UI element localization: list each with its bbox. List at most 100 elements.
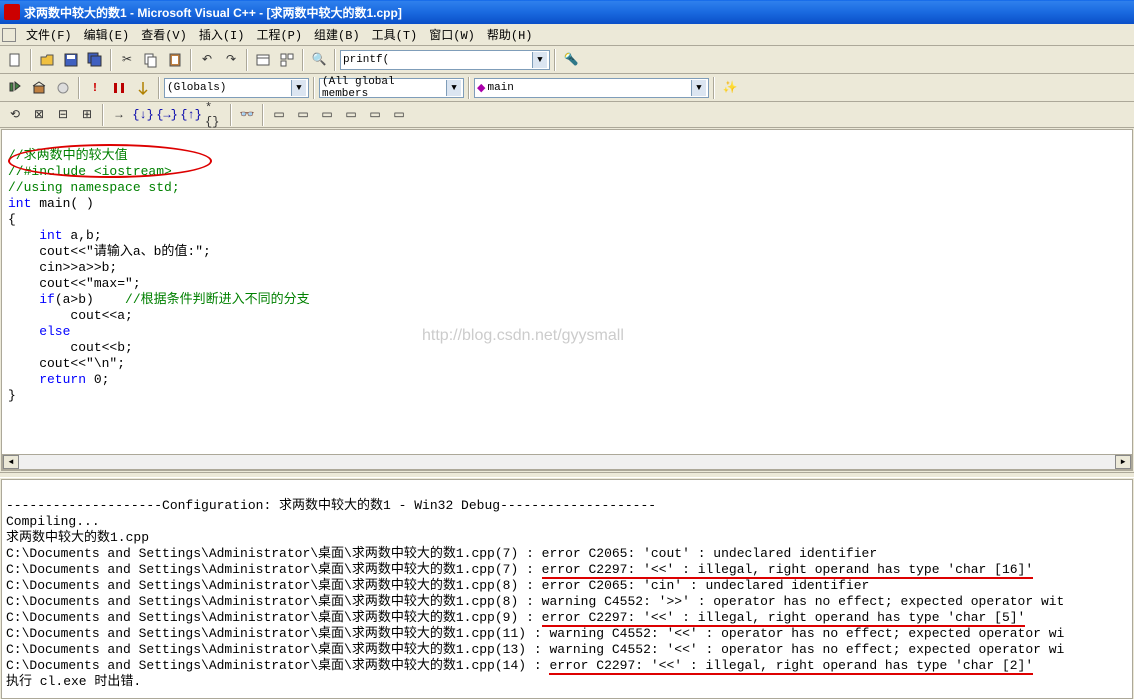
- app-icon: [4, 4, 20, 20]
- breakpoint-button[interactable]: [132, 77, 154, 99]
- menu-help[interactable]: 帮助(H): [481, 24, 539, 45]
- output-path: C:\Documents and Settings\Administrator\…: [6, 658, 495, 673]
- watch-window-button[interactable]: ▭: [268, 104, 290, 126]
- code-line: //using namespace std;: [8, 180, 180, 195]
- step-into-button[interactable]: {↓}: [132, 104, 154, 126]
- show-next-button[interactable]: →: [108, 104, 130, 126]
- memory-window-button[interactable]: ▭: [340, 104, 362, 126]
- menu-insert[interactable]: 插入(I): [193, 24, 251, 45]
- code-kw: int: [8, 228, 63, 243]
- go-button[interactable]: [108, 77, 130, 99]
- editor-scrollbar-h[interactable]: ◄ ►: [2, 454, 1132, 470]
- new-file-button[interactable]: [4, 49, 26, 71]
- separator: [110, 49, 112, 71]
- output-path: C:\Documents and Settings\Administrator\…: [6, 626, 495, 641]
- output-pre: (7) :: [495, 562, 542, 577]
- menu-tools[interactable]: 工具(T): [366, 24, 424, 45]
- menu-window[interactable]: 窗口(W): [423, 24, 481, 45]
- dropdown-arrow-icon[interactable]: ▼: [532, 52, 547, 68]
- code-line: cout<<b;: [8, 340, 133, 355]
- restart-button[interactable]: ⟲: [4, 104, 26, 126]
- break-button[interactable]: ⊟: [52, 104, 74, 126]
- variables-window-button[interactable]: ▭: [292, 104, 314, 126]
- cut-button[interactable]: ✂: [116, 49, 138, 71]
- save-button[interactable]: [60, 49, 82, 71]
- build-button[interactable]: [28, 77, 50, 99]
- output-path: C:\Documents and Settings\Administrator\…: [6, 594, 495, 609]
- separator: [230, 104, 232, 126]
- menu-file[interactable]: 文件(F): [20, 24, 78, 45]
- find-in-files-button[interactable]: 🔍: [308, 49, 330, 71]
- window-title: 求两数中较大的数1 - Microsoft Visual C++ - [求两数中…: [24, 4, 402, 21]
- code-line: //求两数中的较大值: [8, 148, 128, 163]
- menu-project[interactable]: 工程(P): [250, 24, 308, 45]
- splitter[interactable]: [0, 472, 1134, 478]
- watermark-text: http://blog.csdn.net/gyysmall: [422, 328, 624, 344]
- code-kw: int: [8, 196, 31, 211]
- output-window[interactable]: --------------------Configuration: 求两数中较…: [1, 479, 1133, 699]
- code-area[interactable]: //求两数中的较大值 //#include <iostream> //using…: [2, 130, 1132, 454]
- dropdown-arrow-icon[interactable]: ▼: [446, 80, 461, 96]
- redo-button[interactable]: ↷: [220, 49, 242, 71]
- find-button[interactable]: 🔦: [560, 49, 582, 71]
- diamond-icon: ◆: [477, 81, 485, 95]
- disassembly-window-button[interactable]: ▭: [388, 104, 410, 126]
- menu-edit[interactable]: 编辑(E): [78, 24, 136, 45]
- output-warn: (8) : warning C4552: '>>' : operator has…: [495, 594, 1065, 609]
- scroll-left-icon[interactable]: ◄: [3, 455, 19, 469]
- paste-button[interactable]: [164, 49, 186, 71]
- code-editor[interactable]: //求两数中的较大值 //#include <iostream> //using…: [1, 129, 1133, 471]
- window-list-button[interactable]: [276, 49, 298, 71]
- output-err-underlined: error C2297: '<<' : illegal, right opera…: [542, 610, 1026, 627]
- open-button[interactable]: [36, 49, 58, 71]
- registers-window-button[interactable]: ▭: [316, 104, 338, 126]
- stop-debug-button[interactable]: ⊠: [28, 104, 50, 126]
- scroll-right-icon[interactable]: ►: [1115, 455, 1131, 469]
- separator: [313, 77, 315, 99]
- output-path: C:\Documents and Settings\Administrator\…: [6, 610, 495, 625]
- copy-button[interactable]: [140, 49, 162, 71]
- callstack-window-button[interactable]: ▭: [364, 104, 386, 126]
- system-menu-icon[interactable]: [2, 28, 16, 42]
- scope-combo[interactable]: (Globals) ▼: [164, 78, 309, 98]
- menu-build[interactable]: 组建(B): [308, 24, 366, 45]
- members-text: (All global members: [322, 76, 446, 100]
- execute-button[interactable]: !: [84, 77, 106, 99]
- output-pre: (9) :: [495, 610, 542, 625]
- code-line: cout<<"\n";: [8, 356, 125, 371]
- workspace-button[interactable]: [252, 49, 274, 71]
- find-combo[interactable]: printf( ▼: [340, 50, 550, 70]
- separator: [302, 49, 304, 71]
- separator: [713, 77, 715, 99]
- undo-button[interactable]: ↶: [196, 49, 218, 71]
- dropdown-arrow-icon[interactable]: ▼: [291, 80, 306, 96]
- output-err: (8) : error C2065: 'cin' : undeclared id…: [495, 578, 869, 593]
- output-err-underlined: error C2297: '<<' : illegal, right opera…: [549, 658, 1033, 675]
- save-all-button[interactable]: [84, 49, 106, 71]
- code-kw: return: [8, 372, 86, 387]
- scroll-track[interactable]: [19, 455, 1115, 469]
- wizard-action-button[interactable]: ✨: [719, 77, 741, 99]
- output-line: 执行 cl.exe 时出错.: [6, 674, 141, 689]
- run-to-cursor-button[interactable]: *{}: [204, 104, 226, 126]
- step-out-button[interactable]: {↑}: [180, 104, 202, 126]
- dropdown-arrow-icon[interactable]: ▼: [691, 80, 706, 96]
- compile-button[interactable]: [4, 77, 26, 99]
- output-err: (7) : error C2065: 'cout' : undeclared i…: [495, 546, 877, 561]
- apply-changes-button[interactable]: ⊞: [76, 104, 98, 126]
- window-titlebar: 求两数中较大的数1 - Microsoft Visual C++ - [求两数中…: [0, 0, 1134, 24]
- separator: [78, 77, 80, 99]
- separator: [262, 104, 264, 126]
- members-combo[interactable]: (All global members ▼: [319, 78, 464, 98]
- code-line: }: [8, 388, 16, 403]
- menu-view[interactable]: 查看(V): [135, 24, 193, 45]
- output-warn: (11) : warning C4552: '<<' : operator ha…: [495, 626, 1065, 641]
- output-path: C:\Documents and Settings\Administrator\…: [6, 562, 495, 577]
- function-combo[interactable]: ◆ main ▼: [474, 78, 709, 98]
- output-path: C:\Documents and Settings\Administrator\…: [6, 578, 495, 593]
- output-line: 求两数中较大的数1.cpp: [6, 530, 149, 545]
- step-over-button[interactable]: {→}: [156, 104, 178, 126]
- code-text: (a>b): [55, 292, 125, 307]
- quickwatch-button[interactable]: 👓: [236, 104, 258, 126]
- stop-build-button[interactable]: [52, 77, 74, 99]
